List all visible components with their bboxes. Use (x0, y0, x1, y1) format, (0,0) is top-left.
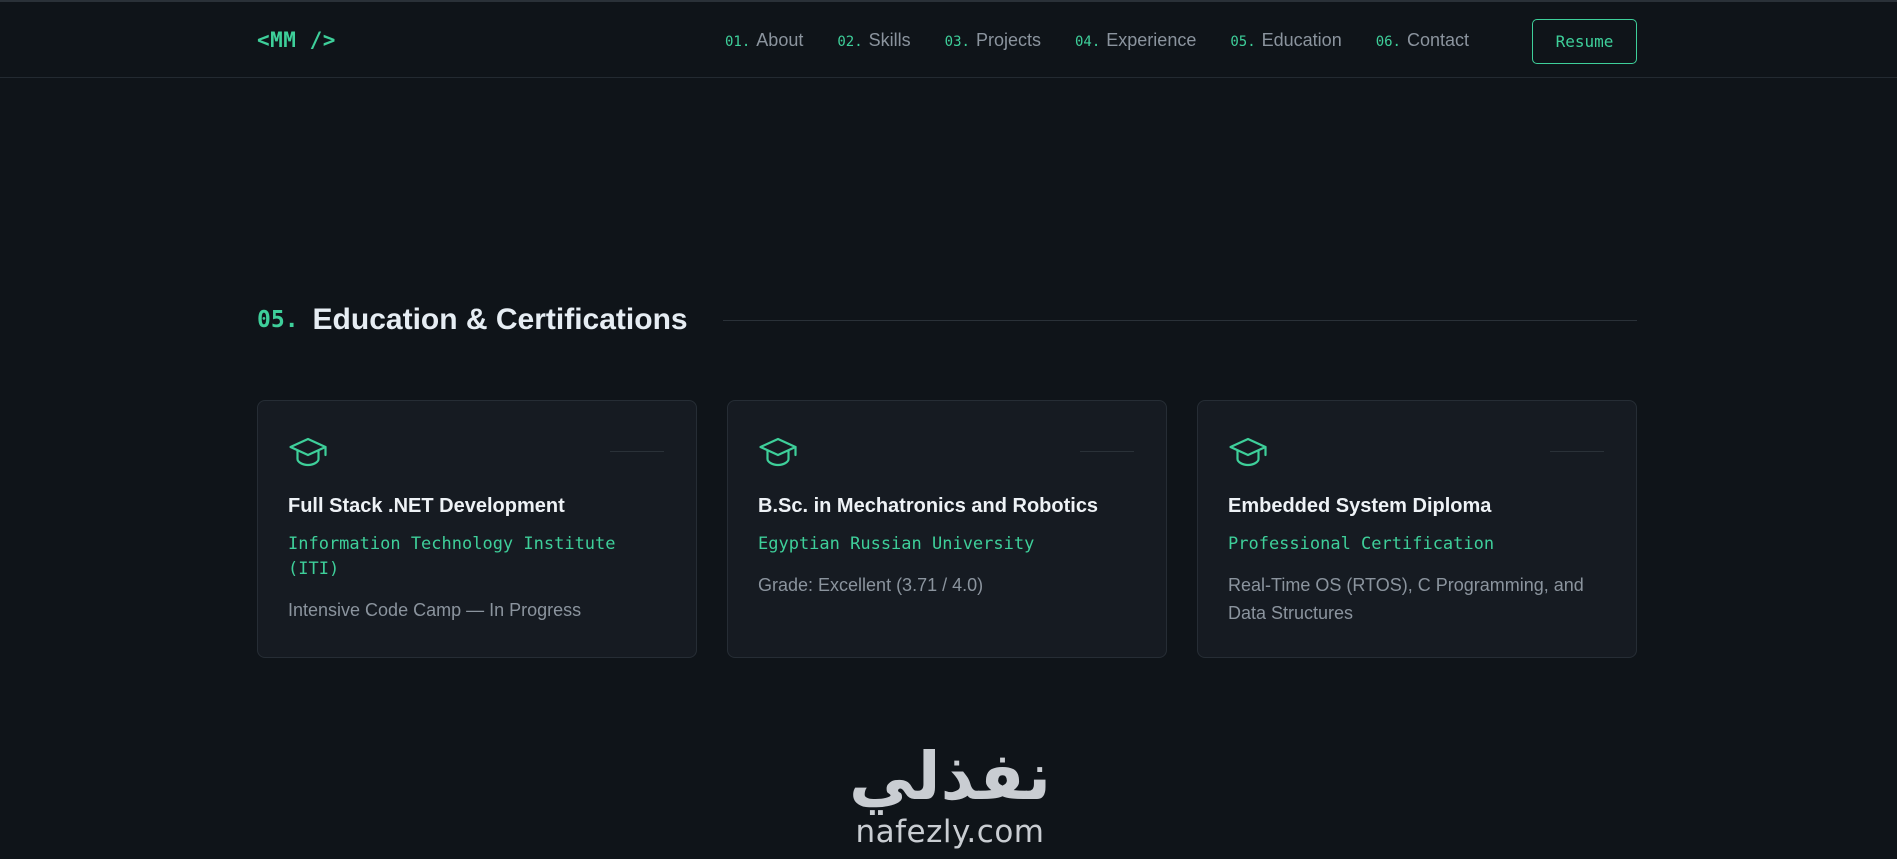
nav-link-number: 02. (837, 34, 863, 50)
resume-button[interactable]: Resume (1532, 19, 1637, 64)
nav-link-label: Contact (1407, 30, 1470, 50)
card-title: Full Stack .NET Development (288, 495, 565, 517)
section-title: Education & Certifications (312, 303, 688, 336)
watermark-logo: نفذلي nafezly.com (800, 740, 1100, 859)
nav-link-label: Skills (868, 30, 911, 50)
graduation-cap-icon (289, 437, 327, 467)
nav-link-number: 01. (725, 34, 751, 50)
education-card-eru: B.Sc. in Mechatronics and Robotics Egypt… (727, 400, 1167, 658)
nav-link-number: 06. (1375, 34, 1401, 50)
card-description: Intensive Code Camp — In Progress (288, 600, 582, 620)
watermark-arabic-text: نفذلي (849, 738, 1051, 815)
nav-link-about[interactable]: 01. About (725, 30, 803, 51)
nav-link-label: Education (1261, 30, 1342, 50)
card-description: Real-Time OS (RTOS), C Programming, and … (1228, 575, 1584, 623)
education-card-embedded: Embedded System Diploma Professional Cer… (1197, 400, 1637, 658)
education-card-iti: Full Stack .NET Development Information … (257, 400, 697, 658)
watermark-latin-text: nafezly.com (855, 814, 1045, 850)
logo[interactable]: <MM /> (257, 28, 336, 52)
section-divider (722, 319, 1637, 321)
nav-link-education[interactable]: 05. Education (1230, 30, 1341, 51)
card-title: B.Sc. in Mechatronics and Robotics (758, 495, 1099, 517)
nav-link-projects[interactable]: 03. Projects (945, 30, 1041, 51)
nav-link-label: About (756, 30, 804, 50)
section-heading: 05. Education & Certifications (257, 300, 1637, 340)
card-institution: Egyptian Russian University (758, 534, 1035, 554)
graduation-cap-icon (1229, 437, 1267, 467)
nav-link-label: Experience (1106, 30, 1197, 50)
graduation-cap-icon (759, 437, 797, 467)
nav-link-number: 03. (944, 34, 970, 50)
card-institution: Information Technology Institute (ITI) (288, 534, 616, 579)
nav-link-experience[interactable]: 04. Experience (1075, 30, 1196, 51)
nav-link-number: 04. (1074, 34, 1101, 50)
nav-link-label: Projects (975, 30, 1041, 50)
card-description: Grade: Excellent (3.71 / 4.0) (758, 575, 984, 595)
nav-link-number: 05. (1230, 34, 1256, 50)
card-divider (1080, 451, 1134, 452)
card-divider (1550, 451, 1604, 452)
nav-link-skills[interactable]: 02. Skills (837, 30, 910, 51)
card-title: Embedded System Diploma (1228, 495, 1492, 517)
card-institution: Professional Certification (1228, 534, 1495, 554)
navbar: <MM /> 01. About 02. Skills 03. Projects… (0, 2, 1897, 78)
nav-link-contact[interactable]: 06. Contact (1376, 30, 1469, 51)
nav-links: 01. About 02. Skills 03. Projects 04. Ex… (725, 30, 1503, 51)
section-number: 05. (257, 307, 299, 333)
card-divider (610, 451, 664, 452)
